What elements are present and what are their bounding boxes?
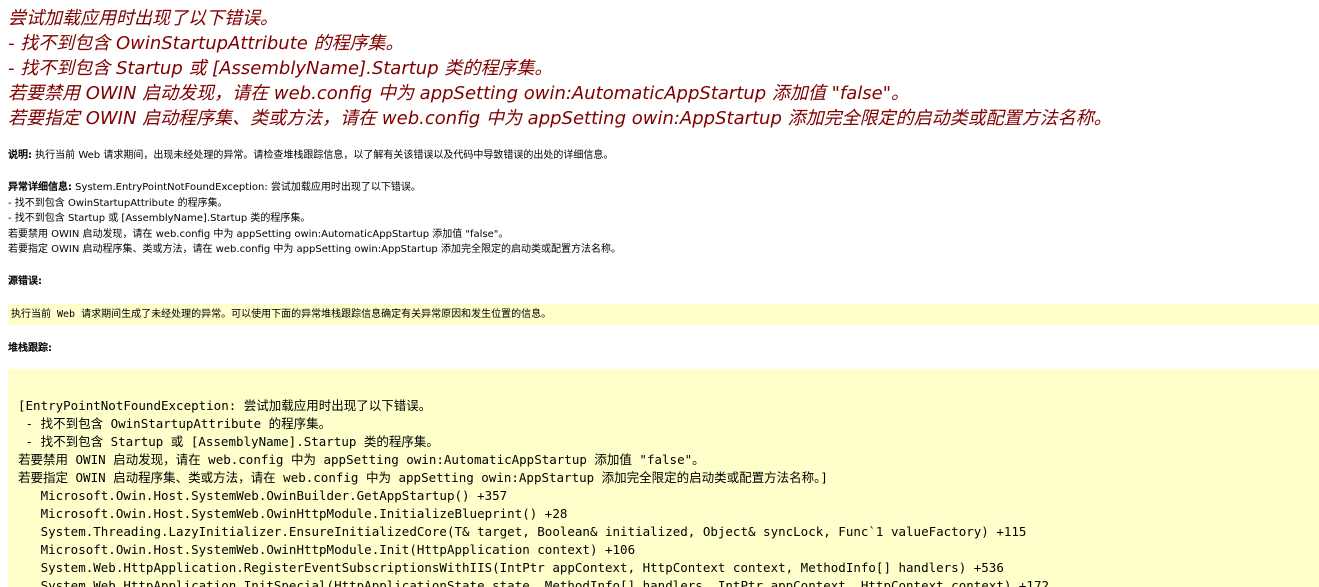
stack-trace-line: Microsoft.Owin.Host.SystemWeb.OwinHttpMo… [18, 542, 636, 557]
stack-trace-line: Microsoft.Owin.Host.SystemWeb.OwinBuilde… [18, 488, 508, 503]
stack-trace-line: System.Threading.LazyInitializer.EnsureI… [18, 524, 1027, 539]
stack-trace-line: - 找不到包含 OwinStartupAttribute 的程序集。 [18, 416, 332, 431]
stack-trace-line: 若要指定 OWIN 启动程序集、类或方法，请在 web.config 中为 ap… [18, 470, 828, 485]
exception-details-first-line: System.EntryPointNotFoundException: 尝试加载… [72, 182, 421, 193]
exception-details-line: - 找不到包含 OwinStartupAttribute 的程序集。 [8, 197, 228, 209]
stack-trace-line: [EntryPointNotFoundException: 尝试加载应用时出现了… [18, 398, 432, 413]
stack-trace-line: System.Web.HttpApplication.InitSpecial(H… [18, 578, 1050, 587]
stack-trace-label: 堆栈跟踪: [8, 343, 52, 354]
stack-trace-line: Microsoft.Owin.Host.SystemWeb.OwinHttpMo… [18, 506, 568, 521]
source-error-text: 执行当前 Web 请求期间生成了未经处理的异常。可以使用下面的异常堆栈跟踪信息确… [11, 309, 552, 320]
error-title-line: - 找不到包含 OwinStartupAttribute 的程序集。 [8, 33, 404, 54]
stack-trace-line: System.Web.HttpApplication.RegisterEvent… [18, 560, 1004, 575]
exception-details-line: 若要禁用 OWIN 启动发现，请在 web.config 中为 appSetti… [8, 228, 509, 240]
stack-trace-line: - 找不到包含 Startup 或 [AssemblyName].Startup… [18, 434, 439, 449]
exception-details-line: 若要指定 OWIN 启动程序集、类或方法，请在 web.config 中为 ap… [8, 244, 621, 256]
source-error-heading: 源错误: [8, 275, 42, 288]
source-error-box: 执行当前 Web 请求期间生成了未经处理的异常。可以使用下面的异常堆栈跟踪信息确… [8, 304, 1319, 325]
error-title-line: 尝试加载应用时出现了以下错误。 [8, 8, 278, 29]
stack-trace-code: [EntryPointNotFoundException: 尝试加载应用时出现了… [18, 397, 1049, 587]
source-error-label: 源错误: [8, 276, 42, 287]
stack-trace-line: 若要禁用 OWIN 启动发现，请在 web.config 中为 appSetti… [18, 452, 705, 467]
stack-trace-heading: 堆栈跟踪: [8, 342, 52, 355]
error-title-line: - 找不到包含 Startup 或 [AssemblyName].Startup… [8, 58, 553, 79]
exception-details-line: - 找不到包含 Startup 或 [AssemblyName].Startup… [8, 213, 311, 225]
error-title: 尝试加载应用时出现了以下错误。 - 找不到包含 OwinStartupAttri… [8, 6, 1308, 131]
description-text: 执行当前 Web 请求期间，出现未经处理的异常。请检查堆栈跟踪信息，以了解有关该… [32, 150, 614, 161]
description-label: 说明: [8, 150, 32, 161]
exception-details-label: 异常详细信息: [8, 182, 72, 193]
description: 说明: 执行当前 Web 请求期间，出现未经处理的异常。请检查堆栈跟踪信息，以了… [8, 149, 613, 162]
exception-details: 异常详细信息: System.EntryPointNotFoundExcepti… [8, 180, 621, 258]
error-title-line: 若要指定 OWIN 启动程序集、类或方法，请在 web.config 中为 ap… [8, 108, 1112, 129]
error-title-line: 若要禁用 OWIN 启动发现，请在 web.config 中为 appSetti… [8, 83, 910, 104]
stack-trace-box: [EntryPointNotFoundException: 尝试加载应用时出现了… [8, 369, 1319, 587]
